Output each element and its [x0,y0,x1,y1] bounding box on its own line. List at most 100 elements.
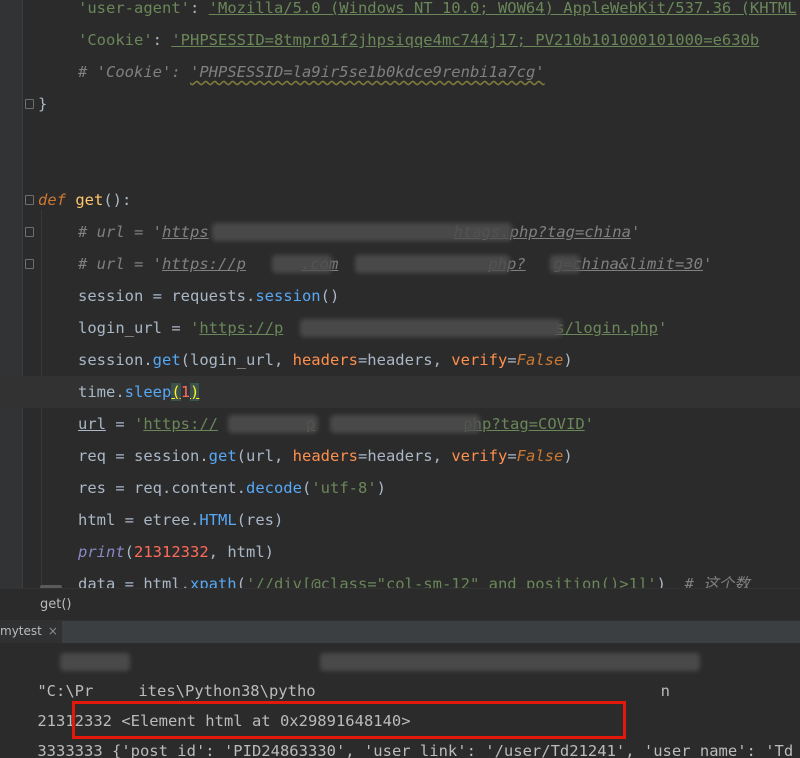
code-editor[interactable]: 'user-agent': 'Mozilla/5.0 (Windows NT 1… [0,0,800,588]
method-call: session [255,287,321,305]
code-text: res = req.content. [78,479,246,497]
code-line[interactable]: login_url = 'https://p s/login.php' [0,312,800,344]
string-url: https:// [143,415,218,433]
comment-text: # url = ' [78,255,162,273]
code-line[interactable]: 'Cookie': 'PHPSESSID=8tmpr01f2jhpsiqqe4m… [0,24,800,56]
code-line[interactable]: # url = 'https htags.php?tag=china' [0,216,800,248]
code-line[interactable]: url = 'https://pphp?tag=COVID' [0,408,800,440]
fold-icon[interactable] [25,99,34,109]
comment-marker: # [78,63,97,81]
comment-url: https://p [162,255,246,273]
keyword-def: def [38,191,66,209]
code-text: html = etree. [78,511,200,529]
fold-icon[interactable] [25,227,34,237]
fold-icon[interactable] [25,259,34,269]
string-quote: ' [657,319,668,337]
code-line[interactable]: # url = 'https://p.comphp?g=china&limit=… [0,248,800,280]
code-line[interactable]: } [0,88,800,120]
variable-url: url [78,415,106,433]
code-text: = [106,415,134,433]
redaction-blur [320,653,700,671]
breadcrumb-bar: get() [0,588,800,621]
redaction-blur [60,653,130,671]
punctuation: (): [103,191,132,209]
punctuation: ( [301,479,312,497]
code-text: login_url = [78,319,190,337]
function-name: get [75,191,104,209]
kwarg-name: verify [451,351,508,369]
punctuation: ) [376,479,386,497]
string-quote: ' [584,415,595,433]
close-icon[interactable]: × [48,624,58,638]
code-text: (login_url, [180,351,293,369]
fold-icon[interactable] [25,195,34,205]
run-tab-label: mytest [0,624,42,638]
code-line[interactable]: def get(): [0,184,800,216]
method-call: get [152,351,181,369]
code-line[interactable]: session.get(login_url, headers=headers, … [0,344,800,376]
code-text: =headers, [357,447,452,465]
code-line[interactable]: data = html.xpath('//div[@class="col-sm-… [0,568,800,588]
comment-text: : [171,63,190,81]
dict-key: 'user-agent' [78,0,190,17]
code-line[interactable]: req = session.get(url, headers=headers, … [0,440,800,472]
number-literal: 21312332 [134,543,209,561]
code-text: =headers, [357,351,452,369]
redaction-blur [300,319,562,337]
punctuation: () [320,287,340,305]
run-tab-mytest[interactable]: mytest × [0,621,62,645]
comment-text: 'Cookie' [96,63,172,81]
kwarg-name: headers [292,447,358,465]
string-url: https://p [199,319,284,337]
builtin-print: print [78,543,125,561]
closing-brace: } [38,95,48,113]
code-text: req = session. [78,447,209,465]
breadcrumb[interactable]: get() [40,597,72,612]
comment-text: ' [702,255,713,273]
method-call: get [208,447,237,465]
code-line-current[interactable]: time.sleep(1) [0,376,800,408]
code-text: time. [78,383,125,401]
string-url: s/login.php [555,319,658,337]
number-literal: 1 [180,383,191,401]
colon: : [152,31,172,49]
code-line[interactable]: # 'Cookie': 'PHPSESSID=la9ir5se1b0kdce9r… [0,56,800,88]
comment-text: 'PHPSESSID=la9ir5se1b0kdce9renbi1a7cg' [190,63,545,81]
dict-value: 'Mozilla/5.0 (Windows NT 10.0; WOW64) Ap… [208,0,797,17]
code-text: (res) [236,511,284,529]
code-line[interactable]: session = requests.session() [0,280,800,312]
comment-text: # 这个数 [684,575,750,588]
string-quote: ' [189,319,200,337]
colon: : [189,0,209,17]
console-text: , 'user_name': 'Td [625,742,794,758]
code-text: session. [78,351,153,369]
code-text: = [507,351,517,369]
run-tool-window-header: mytest × [0,620,800,645]
string-literal: 'utf-8' [311,479,377,497]
kwarg-name: headers [292,351,358,369]
comment-text: ' [630,223,641,241]
code-line[interactable] [0,152,800,184]
console-text: n [660,682,670,700]
punctuation: ) [563,447,573,465]
code-line[interactable]: print(21312332, html) [0,536,800,568]
punctuation: ( [236,575,246,588]
code-line[interactable]: res = req.content.decode('utf-8') [0,472,800,504]
punctuation: ( [124,543,135,561]
code-line[interactable]: html = etree.HTML(res) [0,504,800,536]
code-line[interactable] [0,120,800,152]
method-call: HTML [199,511,237,529]
dict-value: 'PHPSESSID=8tmpr01f2jhpsiqqe4mc744j17; P… [171,31,760,49]
console-highlighted-text: {'post_id': 'PID24863330', 'user_link': … [111,742,626,758]
punctuation: ) [656,575,685,588]
code-text: = [507,447,517,465]
redaction-blur [355,255,510,273]
code-line[interactable]: 'user-agent': 'Mozilla/5.0 (Windows NT 1… [0,0,800,24]
redaction-blur [330,415,480,433]
redaction-blur [228,415,318,433]
method-call: decode [245,479,302,497]
run-console-output[interactable]: "C:\Pr ites\Python38\pytho n 21312332 <Ele… [0,643,800,758]
bool-literal: False [516,351,564,369]
matched-bracket: ) [190,383,200,401]
dict-key: 'Cookie' [78,31,153,49]
